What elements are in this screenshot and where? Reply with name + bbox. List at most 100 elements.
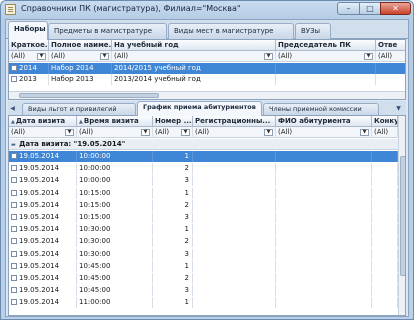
- col-header-chair[interactable]: Председатель ПК: [276, 40, 376, 51]
- close-button[interactable]: ✕: [380, 2, 411, 15]
- cell-time: 10:15:00: [77, 212, 153, 223]
- top-tabstrip: Наборы Предметы в магистратуре Виды мест…: [6, 20, 408, 40]
- checkbox-icon[interactable]: [11, 226, 17, 233]
- filter-cell[interactable]: (All) ▼: [276, 51, 376, 62]
- dropdown-arrow-icon[interactable]: ▼: [264, 129, 273, 136]
- cell-reg: [193, 163, 276, 175]
- cell-reg: [193, 273, 276, 284]
- filter-cell[interactable]: (All) ▼: [9, 127, 77, 138]
- tab-predmety[interactable]: Предметы в магистратуре: [48, 23, 167, 39]
- tab-vidy-mest[interactable]: Виды мест в магистратуре: [168, 23, 294, 39]
- cell-reg: [193, 297, 276, 309]
- checkbox-icon[interactable]: [11, 189, 17, 196]
- dropdown-arrow-icon[interactable]: ▼: [141, 129, 150, 136]
- table-row[interactable]: 2014 Набор 2014 2014/2015 учебный год: [9, 63, 405, 74]
- col-header-full[interactable]: Полное наиме...: [49, 40, 112, 51]
- table-row[interactable]: 19.05.2014 10:00:00 1: [9, 151, 398, 162]
- checkbox-icon[interactable]: [11, 238, 17, 245]
- filter-cell[interactable]: (All) ▼: [193, 127, 276, 138]
- grafik-grid[interactable]: ▲Дата визита ▲Время визита Номер ... Рег…: [8, 115, 406, 316]
- filter-cell[interactable]: (All) ▼: [112, 51, 276, 62]
- minimize-button[interactable]: –: [337, 2, 360, 15]
- dropdown-arrow-icon[interactable]: ▼: [65, 129, 74, 136]
- col-header-date[interactable]: ▲Дата визита: [9, 116, 77, 127]
- cell-date: 19.05.2014: [9, 248, 77, 260]
- tab-grafik-priema[interactable]: График приема абитуриентов: [137, 101, 262, 116]
- tab-vuzy[interactable]: ВУЗы: [295, 23, 331, 39]
- checkbox-icon[interactable]: [11, 275, 17, 281]
- sort-icon[interactable]: ▲: [79, 119, 83, 125]
- table-row[interactable]: 19.05.2014 10:30:00 3: [9, 248, 398, 260]
- col-header-time[interactable]: ▲Время визита: [77, 116, 153, 127]
- table-row[interactable]: 19.05.2014 10:15:00 3: [9, 212, 398, 223]
- table-row[interactable]: 19.05.2014 10:00:00 2: [9, 163, 398, 175]
- checkbox-icon[interactable]: [11, 165, 17, 172]
- cell-konkurs: [372, 224, 398, 236]
- window-title: Справочники ПК (магистратура), Филиал="М…: [21, 4, 241, 13]
- col-header-konkurs[interactable]: Конкурс: [372, 116, 398, 127]
- cell-konkurs: [372, 175, 398, 187]
- col-header-resp[interactable]: Отве: [376, 40, 405, 51]
- filter-cell[interactable]: (All): [372, 127, 398, 138]
- group-row[interactable]: ▬ Дата визита: "19.05.2014": [9, 139, 398, 150]
- top-grid-hscrollbar[interactable]: [9, 91, 405, 99]
- col-header-number[interactable]: Номер ...: [153, 116, 193, 127]
- cell-date: 19.05.2014: [9, 151, 77, 162]
- checkbox-icon[interactable]: [11, 177, 17, 184]
- nabory-grid[interactable]: Краткое... Полное наиме... На учебный го…: [8, 39, 406, 100]
- tab-vidy-lgot[interactable]: Виды льгот и привилегий: [22, 103, 136, 115]
- collapse-icon[interactable]: ▬: [11, 142, 16, 148]
- tab-scroll-right-icon[interactable]: ▼: [394, 104, 403, 113]
- maximize-button[interactable]: □: [359, 2, 381, 15]
- table-row[interactable]: 19.05.2014 10:15:00 1: [9, 187, 398, 199]
- filter-cell[interactable]: (All) ▼: [77, 127, 153, 138]
- dropdown-arrow-icon[interactable]: ▼: [264, 53, 273, 60]
- filter-cell[interactable]: (All) ▼: [276, 127, 372, 138]
- col-header-short[interactable]: Краткое...: [9, 40, 49, 51]
- table-row[interactable]: 19.05.2014 10:30:00 2: [9, 236, 398, 248]
- table-row[interactable]: 2013 Набор 2013 2013/2014 учебный год: [9, 74, 405, 85]
- col-header-year[interactable]: На учебный год: [112, 40, 276, 51]
- dropdown-arrow-icon[interactable]: ▼: [181, 129, 190, 136]
- bottom-grid-vscrollbar[interactable]: [398, 116, 405, 315]
- col-header-fio[interactable]: ФИО абитуриента: [276, 116, 372, 127]
- tab-scroll-left-icon[interactable]: ◀: [8, 104, 17, 113]
- checkbox-icon[interactable]: [11, 299, 17, 306]
- filter-cell[interactable]: (All) ▼: [49, 51, 112, 62]
- checkbox-icon[interactable]: [11, 250, 17, 257]
- dropdown-arrow-icon[interactable]: ▼: [364, 53, 373, 60]
- sort-ascending-icon[interactable]: ▲: [11, 119, 15, 125]
- dropdown-arrow-icon[interactable]: ▼: [100, 53, 109, 60]
- filter-cell[interactable]: (All): [376, 51, 405, 62]
- dropdown-arrow-icon[interactable]: ▼: [360, 129, 369, 136]
- col-header-reg[interactable]: Регистрационны...: [193, 116, 276, 127]
- cell-date: 19.05.2014: [9, 224, 77, 236]
- checkbox-icon[interactable]: [11, 262, 17, 269]
- table-row[interactable]: 19.05.2014 10:45:00 3: [9, 285, 398, 297]
- checkbox-icon[interactable]: [11, 201, 17, 208]
- filter-cell[interactable]: (All) ▼: [153, 127, 193, 138]
- checkbox-icon[interactable]: [11, 153, 17, 159]
- table-row[interactable]: 19.05.2014 10:45:00 2: [9, 273, 398, 284]
- cell-reg: [193, 248, 276, 260]
- tab-nabory[interactable]: Наборы: [8, 21, 48, 40]
- scroll-thumb[interactable]: [19, 93, 159, 98]
- checkbox-icon[interactable]: [11, 214, 17, 220]
- tab-chleny-komissii[interactable]: Члены приемной комиссии: [263, 103, 379, 115]
- dropdown-arrow-icon[interactable]: ▼: [37, 53, 46, 60]
- filter-value: (All): [155, 128, 170, 136]
- table-row[interactable]: 19.05.2014 11:00:00 1: [9, 297, 398, 309]
- title-bar[interactable]: Справочники ПК (магистратура), Филиал="М…: [1, 1, 413, 19]
- table-row[interactable]: 19.05.2014 10:00:00 3: [9, 175, 398, 187]
- scroll-thumb[interactable]: [400, 156, 405, 276]
- cell-time: 10:30:00: [77, 236, 153, 248]
- checkbox-icon[interactable]: [11, 287, 17, 294]
- table-row[interactable]: 19.05.2014 10:30:00 1: [9, 224, 398, 236]
- table-row[interactable]: 19.05.2014 10:45:00 1: [9, 260, 398, 272]
- checkbox-icon[interactable]: [11, 76, 17, 82]
- table-row[interactable]: 19.05.2014 10:15:00 2: [9, 199, 398, 211]
- checkbox-icon[interactable]: [11, 65, 17, 71]
- filter-value: (All): [378, 52, 393, 60]
- app-window: Справочники ПК (магистратура), Филиал="М…: [0, 0, 414, 320]
- filter-cell[interactable]: (All) ▼: [9, 51, 49, 62]
